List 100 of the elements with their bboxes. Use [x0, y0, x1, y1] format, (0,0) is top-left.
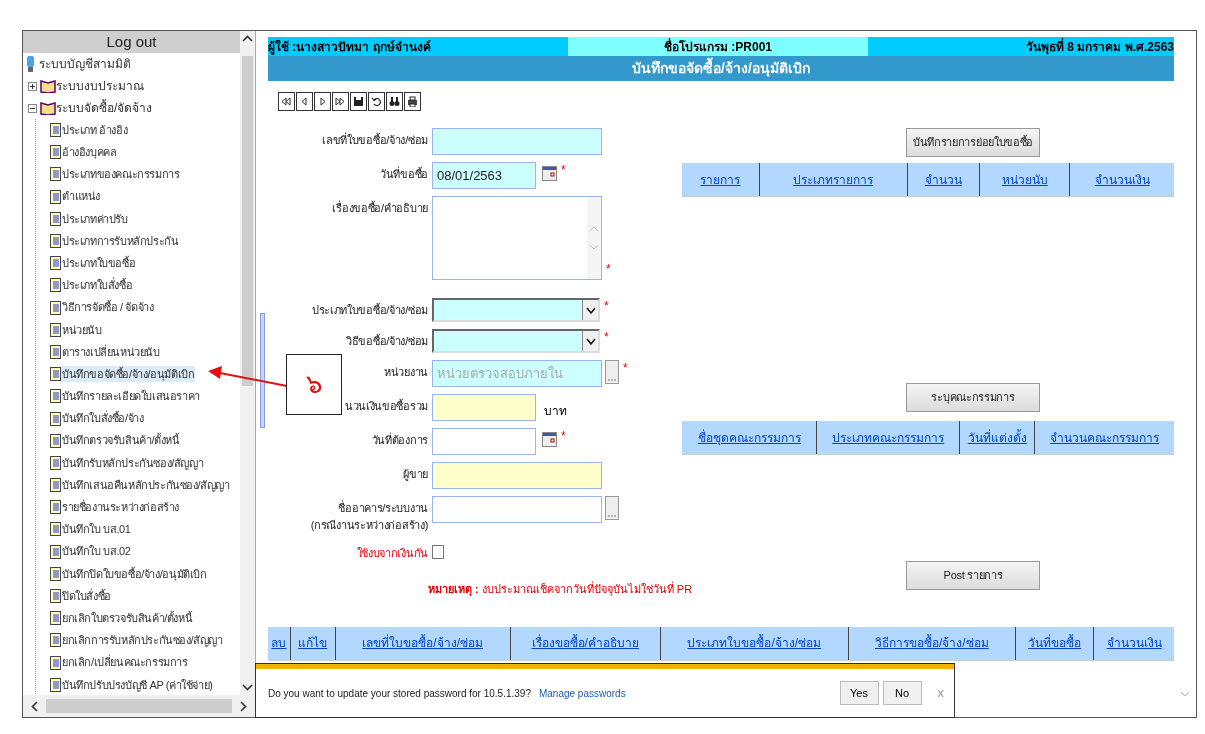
dropdown-field[interactable] [432, 298, 600, 322]
field-label: วิธีขอซื้อ/จ้าง/ซ่อม [346, 335, 428, 347]
tree-item[interactable]: ประเภทใบขอซื้อ [61, 254, 137, 272]
chevron-up-icon[interactable] [242, 35, 253, 42]
tree-item[interactable]: วิธีการจัดซื้อ / จัดจ้าง [61, 299, 155, 316]
document-icon [50, 455, 61, 470]
tree-item[interactable]: ประเภทของคณะกรรมการ [61, 166, 181, 183]
column-header-link[interactable]: ลบ [271, 634, 287, 652]
tree-item[interactable]: ตารางเปลี่ยนหน่วยนับ [61, 343, 161, 361]
tree-item[interactable]: บันทึกขอจัดซื้อ/จ้าง/อนุมัติเบิก [61, 365, 196, 383]
tree-item[interactable]: บันทึกใบ บส.02 [61, 543, 132, 560]
tree-item[interactable]: บันทึกตรวจรับสินค้า/ตั้งหนี้ [61, 432, 181, 449]
column-header-link[interactable]: จำนวนเงิน [1094, 170, 1150, 189]
date-field[interactable] [432, 428, 536, 455]
calendar-icon[interactable] [542, 166, 557, 181]
chevron-down-icon[interactable] [585, 337, 596, 345]
prompt-button[interactable]: Yes [839, 681, 879, 705]
tree-item[interactable]: อ้างอิงบุคคล [61, 144, 118, 161]
text-field[interactable] [432, 128, 602, 155]
lookup-field[interactable]: หน่วยตรวจสอบภายใน [432, 360, 602, 387]
first-icon[interactable] [278, 92, 295, 111]
chevron-down-icon[interactable] [242, 684, 253, 691]
chevron-left-icon[interactable] [31, 700, 38, 712]
required-mark: * [604, 329, 609, 345]
text-field[interactable] [432, 394, 536, 421]
committee-button[interactable]: ระบุคณะกรรมการ [906, 383, 1040, 412]
tree-item[interactable]: ประเภทค่าปรับ [61, 210, 129, 228]
tree-item[interactable]: บันทึกปิดใบขอซื้อ/จ้าง/อนุมัติเบิก [61, 565, 208, 583]
manage-passwords-link[interactable]: Manage passwords [538, 685, 626, 701]
save-icon[interactable] [350, 92, 367, 111]
tree-item[interactable]: บันทึกรายละเอียดใบเสนอราคา [61, 388, 201, 405]
tree-item[interactable]: บันทึกเสนอคืนหลักประกันซอง/สัญญา [61, 476, 231, 494]
undo-icon[interactable] [368, 92, 385, 111]
last-icon[interactable] [332, 92, 349, 111]
column-header-link[interactable]: วิธีการขอซื้อ/จ้าง/ซ่อม [875, 634, 989, 652]
column-header-link[interactable]: จำนวนคณะกรรมการ [1050, 428, 1160, 447]
date-field[interactable]: 08/01/2563 [432, 162, 536, 189]
next-icon[interactable] [314, 92, 331, 111]
horizontal-scrollbar[interactable] [23, 695, 255, 717]
book-icon [40, 79, 56, 93]
chevron-down-icon[interactable] [585, 306, 596, 314]
tree-item[interactable]: บันทึกใบ บส.01 [61, 521, 132, 538]
column-header-link[interactable]: แก้ไข [298, 634, 328, 652]
tree-item[interactable]: ประเภท อ้างอิง [61, 121, 129, 139]
field-label: ใช้งบจากเงินกัน [356, 547, 428, 559]
tree-item[interactable]: บันทึกใบสั่งซื้อ/จ้าง [61, 410, 145, 427]
tree-item[interactable]: ปิดใบสั่งซื้อ [61, 587, 112, 605]
tree-item[interactable]: ประเภทใบสั่งซื้อ [61, 277, 134, 294]
logout-button[interactable]: Log out [23, 31, 240, 53]
column-header-link[interactable]: เลขที่ใบขอซื้อ/จ้าง/ซ่อม [362, 634, 483, 652]
document-icon [50, 300, 61, 315]
expand-icon[interactable] [28, 81, 37, 91]
tree-item[interactable]: ระบบงบประมาณ [56, 77, 144, 95]
prompt-message: Do you want to update your stored password for 10.5.1.39? [268, 686, 531, 701]
column-header-link[interactable]: จำนวนเงิน [1106, 634, 1162, 652]
print-icon[interactable] [404, 92, 421, 111]
dots-icon[interactable] [608, 513, 616, 519]
add-items-button[interactable]: บันทึกรายการย่อยใบขอซื้อ [906, 128, 1040, 157]
previous-icon[interactable] [296, 92, 313, 111]
prompt-button[interactable]: No [882, 681, 922, 705]
field-label: หน่วยงาน [384, 366, 428, 378]
chevron-right-icon[interactable] [240, 700, 247, 712]
dots-icon[interactable] [608, 377, 616, 383]
column-header-link[interactable]: เรื่องขอซื้อ/คำอธิบาย [531, 634, 639, 652]
tree-item[interactable]: ยกเลิกการรับหลักประกันซอง/สัญญา [61, 632, 224, 649]
document-icon [50, 189, 61, 204]
splitter-handle[interactable] [259, 313, 265, 428]
collapse-icon[interactable] [28, 103, 37, 113]
tree-item[interactable]: บันทึกรับหลักประกันซอง/สัญญา [61, 454, 205, 472]
note-text: หมายเหตุ : งบประมาณเช็คจากวันที่ปัจจุบันไม่ใช่วันที่ PR [428, 580, 693, 597]
lookup-field[interactable] [432, 496, 602, 523]
field-label: ประเภทใบขอซื้อ/จ้าง/ซ่อม [311, 304, 428, 316]
column-header-link[interactable]: รายการ [700, 170, 741, 189]
tree-item[interactable]: ตำแหน่ง [61, 188, 101, 205]
post-button[interactable]: Post รายการ [906, 561, 1040, 590]
column-header-link[interactable]: ประเภทคณะกรรมการ [832, 428, 945, 447]
column-header-link[interactable]: ชื่อชุดคณะกรรมการ [697, 428, 801, 447]
tree-item[interactable]: บันทึกปรับปรงบัญชี AP (ค่าใช้จ่าย) [61, 676, 214, 694]
tree-item[interactable]: ระบบบัญชีสามมิติ [39, 55, 131, 73]
vertical-scrollbar[interactable] [240, 31, 255, 695]
checkbox[interactable] [432, 545, 444, 559]
tree-item[interactable]: ระบบจัดซื้อ/จัดจ้าง [56, 99, 153, 117]
column-header-link[interactable]: หน่วยนับ [1001, 170, 1048, 189]
column-header-link[interactable]: วันที่แต่งตั้ง [967, 428, 1027, 447]
tree-item[interactable]: ประเภทการรับหลักประกัน [61, 232, 180, 250]
tree-item[interactable]: หน่วยนับ [61, 321, 103, 339]
description-field[interactable] [432, 196, 602, 280]
document-icon [50, 322, 61, 337]
tree-item[interactable]: ยกเลิก/เปลี่ยนคณะกรรมการ [61, 654, 189, 671]
tree-item[interactable]: รายชื่องานระหว่างก่อสร้าง [61, 499, 180, 516]
column-header-link[interactable]: ประเภทใบขอซื้อ/จ้าง/ซ่อม [687, 634, 822, 652]
column-header-link[interactable]: วันที่ขอซื้อ [1028, 634, 1082, 652]
dropdown-field[interactable] [432, 329, 600, 353]
column-header-link[interactable]: ประเภทรายการ [793, 170, 874, 189]
column-header-link[interactable]: จำนวน [924, 170, 962, 189]
binoculars-icon[interactable] [386, 92, 403, 111]
tree-item[interactable]: ยกเลิกใบตรวจรับสินค้า/ตั้งหนี้ [61, 609, 194, 627]
text-field[interactable] [432, 462, 602, 489]
calendar-icon[interactable] [542, 432, 557, 447]
required-mark: * [561, 162, 566, 178]
